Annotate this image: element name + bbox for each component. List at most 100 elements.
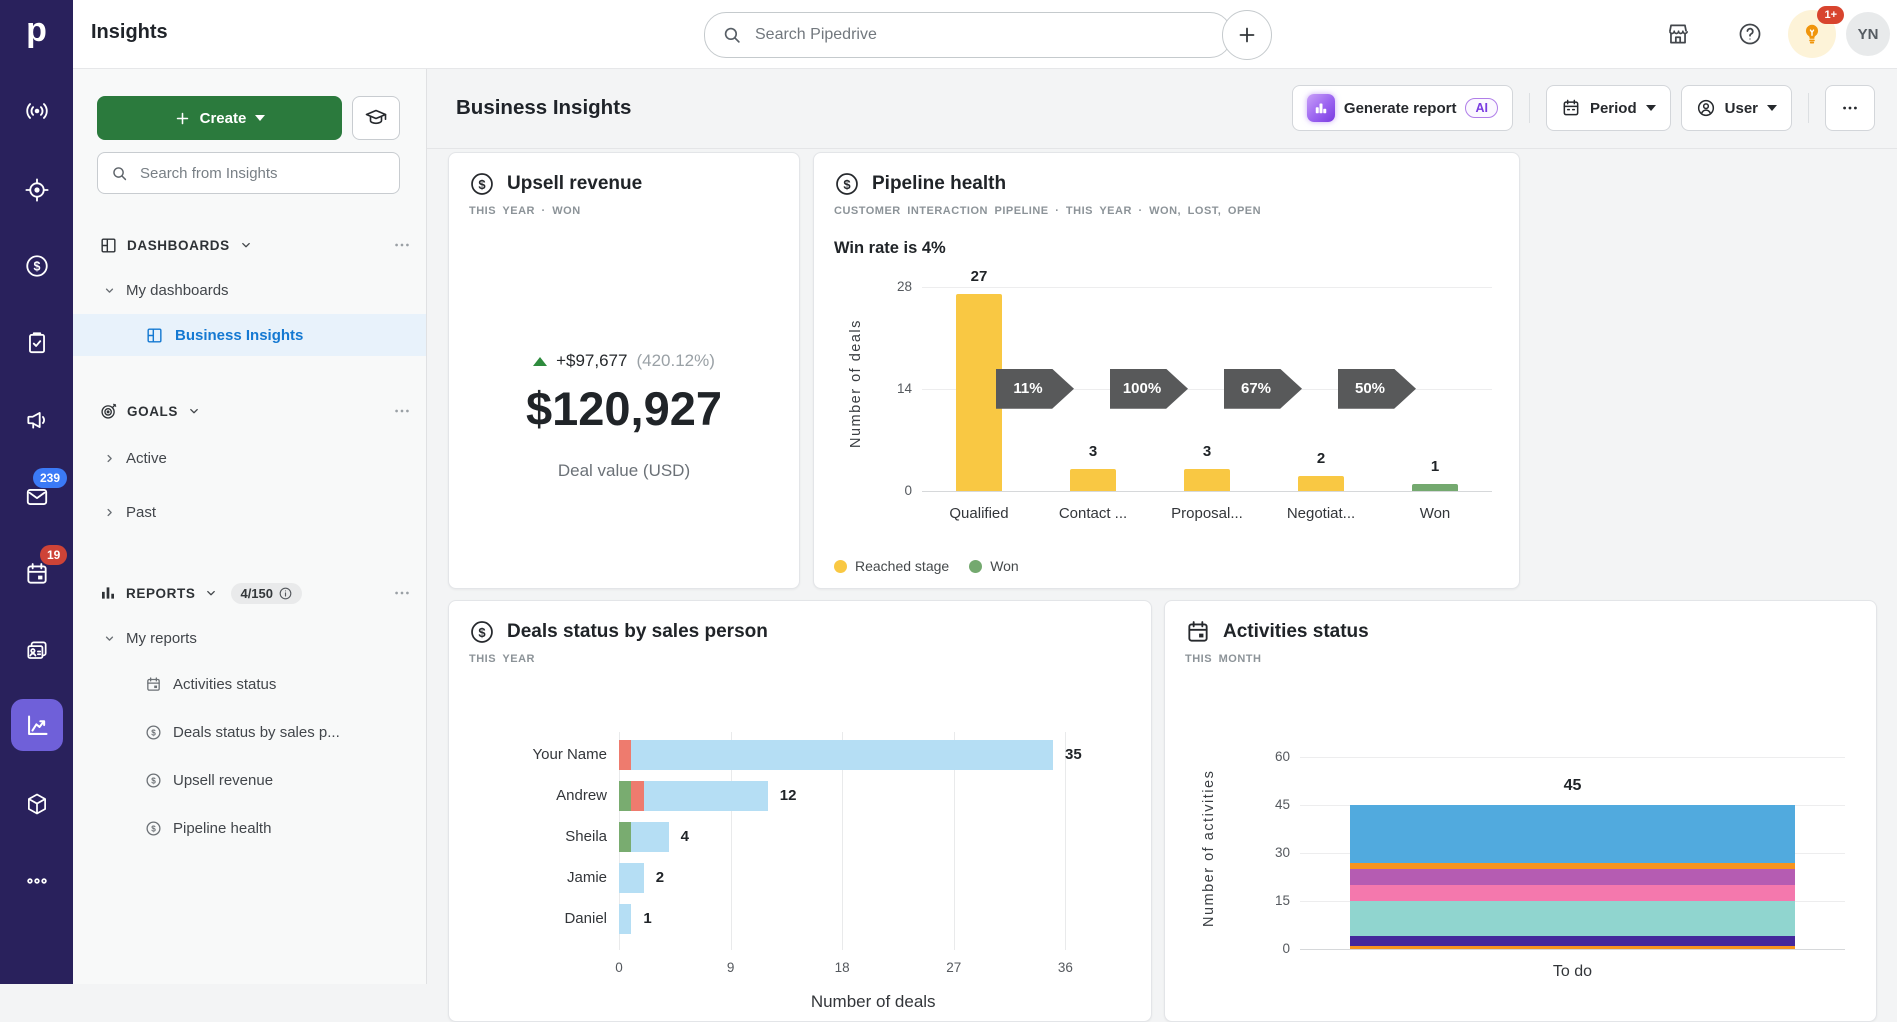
period-filter-button[interactable]: Period [1546,85,1671,131]
period-label: Period [1590,100,1637,117]
bar-won[interactable] [1412,484,1458,491]
global-search[interactable] [704,12,1232,58]
mail-icon[interactable] [0,484,73,510]
todo-segment-1[interactable] [1350,936,1795,946]
y-tick-label: 60 [1248,749,1290,764]
pipeline-funnel-chart: Number of deals0142827Qualified3Contact … [834,273,1499,523]
deals-dollar-icon[interactable]: $ [0,253,73,279]
x-tick-label: 9 [711,960,751,975]
card-title[interactable]: Upsell revenue [507,173,642,195]
help-icon[interactable] [1737,21,1763,47]
contacts-icon[interactable] [0,638,73,664]
bar-proposal[interactable] [1184,469,1230,491]
section-goals[interactable]: GOALS [99,398,412,424]
quick-add-button[interactable] [1222,10,1272,60]
bar-negotiat[interactable] [1298,476,1344,491]
todo-segment-4[interactable] [1350,869,1795,885]
calendar-icon[interactable] [0,561,73,587]
global-search-input[interactable] [753,25,1215,45]
card-title[interactable]: Pipeline health [872,173,1006,195]
segment-sheila-0[interactable] [619,822,631,852]
todo-segment-0[interactable] [1350,946,1795,949]
bar-qualified[interactable] [956,294,1002,491]
todo-segment-5[interactable] [1350,863,1795,869]
insights-search[interactable] [97,152,400,194]
bar-sheila[interactable] [619,822,669,852]
todo-segment-2[interactable] [1350,901,1795,936]
campaigns-icon[interactable] [0,98,73,124]
insights-nav-icon[interactable] [11,699,63,751]
todo-segment-3[interactable] [1350,885,1795,901]
section-reports[interactable]: REPORTS 4/150 [99,580,412,606]
more-icon[interactable] [392,235,412,255]
segment-your-name-0[interactable] [619,740,631,770]
segment-your-name-1[interactable] [631,740,1053,770]
marketplace-icon[interactable] [1665,21,1691,47]
card-title[interactable]: Deals status by sales person [507,621,768,643]
sidebar-item-pipeline-health[interactable]: $ Pipeline health [145,814,271,842]
chevron-down-icon [239,238,253,252]
my-dashboards-group[interactable]: My dashboards [103,278,229,302]
bar-contact[interactable] [1070,469,1116,491]
section-label: REPORTS [126,586,195,601]
user-avatar[interactable]: YN [1846,12,1890,56]
goals-active-group[interactable]: Active [103,446,167,470]
generate-report-label: Generate report [1344,100,1457,117]
dashboard-more-button[interactable] [1825,85,1875,131]
whats-new-button[interactable]: 1+ [1788,10,1836,58]
bar-daniel[interactable] [619,904,631,934]
user-filter-button[interactable]: User [1681,85,1792,131]
bar-value-proposal: 3 [1177,443,1237,460]
section-dashboards[interactable]: DASHBOARDS [99,232,412,258]
group-label: My reports [126,630,197,647]
card-title[interactable]: Activities status [1223,621,1369,643]
group-label: Past [126,504,156,521]
y-axis-label: Number of deals [848,276,864,491]
campaigns-megaphone-icon[interactable] [0,407,73,433]
pipedrive-logo[interactable]: p [0,8,73,52]
leads-target-icon[interactable] [0,177,73,203]
segment-jamie-0[interactable] [619,863,644,893]
topbar: Insights 1+ YN [73,0,1897,69]
segment-sheila-1[interactable] [631,822,668,852]
my-reports-group[interactable]: My reports [103,626,197,650]
todo-segment-6[interactable] [1350,805,1795,863]
sidebar-item-upsell-revenue[interactable]: $ Upsell revenue [145,766,273,794]
rail-more-icon[interactable] [0,868,73,894]
segment-andrew-1[interactable] [631,781,643,811]
calendar-count-badge: 19 [40,545,67,565]
sidebar-item-deals-status[interactable]: $ Deals status by sales p... [145,718,340,746]
segment-andrew-2[interactable] [644,781,768,811]
bar-jamie[interactable] [619,863,644,893]
sidebar-item-activities-status[interactable]: Activities status [145,670,276,698]
insights-search-input[interactable] [138,164,387,183]
row-label-sheila: Sheila [469,828,607,845]
products-cube-icon[interactable] [0,791,73,817]
legend-won[interactable]: Won [969,558,1019,574]
chevron-right-icon [103,452,116,465]
tasks-clipboard-icon[interactable] [0,330,73,356]
learning-button[interactable] [352,96,400,140]
y-tick-label: 28 [870,279,912,294]
segment-daniel-0[interactable] [619,904,631,934]
card-upsell-revenue: $ Upsell revenue THIS YEAR · WON +$97,67… [448,152,800,589]
calendar-icon [1561,98,1581,118]
card-subtitle: THIS MONTH [1185,653,1261,665]
create-button[interactable]: Create [97,96,342,140]
bar-your-name[interactable] [619,740,1053,770]
more-icon[interactable] [392,583,412,603]
goals-past-group[interactable]: Past [103,500,156,524]
legend-reached-stage[interactable]: Reached stage [834,558,949,574]
x-tick-label: 27 [934,960,974,975]
more-icon[interactable] [392,401,412,421]
page-title: Business Insights [456,96,631,120]
info-icon[interactable] [278,586,293,601]
x-tick-label: 36 [1045,960,1085,975]
sidebar-item-business-insights[interactable]: Business Insights [73,314,426,356]
generate-report-button[interactable]: Generate report AI [1292,85,1513,131]
y-tick-label: 0 [870,483,912,498]
bar-andrew[interactable] [619,781,768,811]
segment-andrew-0[interactable] [619,781,631,811]
main-content: Business Insights Generate report AI Per… [426,68,1897,984]
bar-value-qualified: 27 [949,268,1009,285]
